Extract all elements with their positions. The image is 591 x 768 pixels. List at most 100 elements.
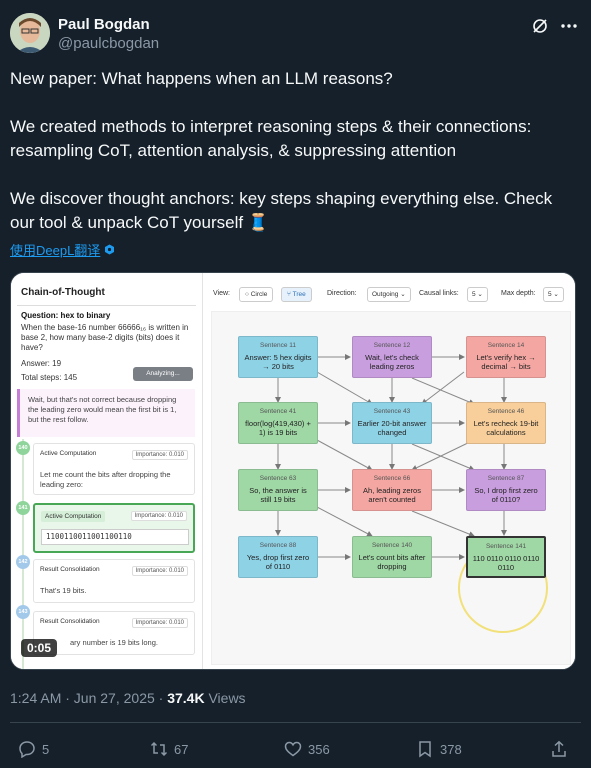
reply-count: 5 — [42, 741, 50, 757]
node-text: Let's verify hex → decimal → bits — [476, 353, 536, 371]
direction-label: Direction: — [327, 290, 357, 297]
causal-links-select[interactable]: 5 ⌄ — [467, 287, 488, 302]
graph-panel: View: ○ Circle ⑂ Tree Direction: Outgoin… — [203, 273, 575, 669]
causal-graph: Sentence 11 Answer: 5 hex digits → 20 bit… — [211, 311, 571, 665]
bookmark-icon — [419, 741, 431, 758]
share-icon — [552, 740, 566, 757]
video-media[interactable]: Chain-of-Thought Question: hex to binary… — [10, 272, 576, 670]
step-category: Result Consolidation — [40, 566, 100, 573]
step-category: Result Consolidation — [40, 618, 100, 625]
graph-node[interactable]: Sentence 41 floor(log(419,430) + 1) is 19… — [238, 402, 318, 444]
view-tree-button[interactable]: ⑂ Tree — [281, 287, 312, 302]
max-depth-label: Max depth: — [501, 290, 536, 297]
graph-node[interactable]: Sentence 43 Earlier 20-bit answer changed — [352, 402, 432, 444]
tweet-line: We created methods to interpret reasonin… — [10, 117, 532, 136]
node-text: Let's count bits after dropping — [358, 553, 426, 571]
question-text: When the base-16 number 66666₁₆ is writt… — [21, 323, 189, 352]
graph-node[interactable]: Sentence 14 Let's verify hex → decimal → … — [466, 336, 546, 378]
step-category: Active Computation — [41, 511, 106, 522]
more-icon[interactable] — [559, 17, 579, 35]
graph-toolbar: View: ○ Circle ⑂ Tree Direction: Outgoin… — [209, 283, 571, 305]
node-text: Let's recheck 19-bit calculations — [473, 419, 539, 437]
action-bar: 5 67 356 378 — [10, 734, 581, 766]
node-title: Sentence 12 — [373, 342, 411, 349]
step-category: Active Computation — [40, 450, 97, 457]
graph-node[interactable]: Sentence 87 So, I drop first zero of 0110… — [466, 469, 546, 511]
graph-node[interactable]: Sentence 140 Let's count bits after dropp… — [352, 536, 432, 578]
analyzing-button[interactable]: Analyzing... — [133, 367, 193, 381]
graph-node[interactable]: Sentence 63 So, the answer is still 19 bi… — [238, 469, 318, 511]
like-button[interactable]: 356 — [284, 740, 330, 758]
heart-icon — [284, 741, 302, 757]
views-label: Views — [204, 690, 246, 706]
node-text: Earlier 20-bit answer changed — [357, 419, 427, 437]
node-text: So, the answer is still 19 bits — [249, 486, 307, 504]
max-depth-value: 5 — [548, 291, 552, 298]
grok-icon[interactable] — [531, 17, 549, 35]
step-card-pink: Wait, but that's not correct because dro… — [17, 389, 195, 437]
node-title: Sentence 46 — [487, 408, 525, 415]
step-card[interactable]: Result Consolidation Importance: 0.010 T… — [33, 559, 195, 603]
translate-label[interactable]: 使用DeepL翻译 — [10, 240, 100, 259]
graph-node[interactable]: Sentence 66 Ah, leading zeros aren't coun… — [352, 469, 432, 511]
node-title: Sentence 11 — [259, 342, 297, 349]
author-handle[interactable]: @paulcbogdan — [58, 35, 159, 52]
direction-select[interactable]: Outgoing ⌄ — [367, 287, 411, 302]
avatar[interactable] — [10, 13, 50, 53]
node-title: Sentence 66 — [373, 475, 411, 482]
causal-links-label: Causal links: — [419, 290, 459, 297]
step-number-bubble: 141 — [16, 501, 30, 515]
divider — [10, 722, 581, 723]
translate-link[interactable]: 使用DeepL翻译 — [10, 240, 115, 259]
graph-node-selected[interactable]: Sentence 141 110 0110 0110 0110 0110 — [466, 536, 546, 578]
reply-button[interactable]: 5 — [18, 740, 49, 758]
view-circle-label: Circle — [250, 291, 268, 298]
step-card[interactable]: Active Computation Importance: 0.010 Let… — [33, 443, 195, 495]
node-text: Yes, drop first zero of 0110 — [246, 553, 310, 571]
repost-count: 67 — [174, 741, 189, 757]
max-depth-select[interactable]: 5 ⌄ — [543, 287, 564, 302]
graph-node[interactable]: Sentence 12 Wait, let's check leading zer… — [352, 336, 432, 378]
tweet-timestamp[interactable]: 1:24 AM · Jun 27, 2025 · — [10, 690, 167, 706]
step-text: That's 19 bits. — [40, 586, 87, 595]
step-card-selected[interactable]: Active Computation Importance: 0.010 110… — [33, 503, 195, 553]
question-title: Question: hex to binary — [21, 311, 111, 320]
bookmark-button[interactable]: 378 — [416, 740, 462, 758]
graph-node[interactable]: Sentence 11 Answer: 5 hex digits → 20 bit… — [238, 336, 318, 378]
repost-icon — [150, 741, 168, 757]
share-button[interactable] — [550, 740, 568, 758]
importance-badge: Importance: 0.010 — [130, 511, 187, 521]
node-title: Sentence 41 — [259, 408, 297, 415]
tweet-meta: 1:24 AM · Jun 27, 2025 · 37.4K Views — [10, 690, 246, 706]
graph-node[interactable]: Sentence 46 Let's recheck 19-bit calculat… — [466, 402, 546, 444]
repost-button[interactable]: 67 — [150, 740, 188, 758]
importance-badge: Importance: 0.010 — [131, 618, 188, 628]
step-card[interactable]: Result Consolidation Importance: 0.010 a… — [33, 611, 195, 655]
node-text: Ah, leading zeros aren't counted — [363, 486, 421, 504]
answer-label: Answer: 19 — [21, 359, 62, 368]
step-text: Let me count the bits after dropping the… — [40, 470, 171, 489]
tweet-line: New paper: What happens when an LLM reas… — [10, 69, 393, 88]
node-title: Sentence 43 — [373, 408, 411, 415]
deepl-icon — [105, 244, 115, 255]
view-label: View: — [213, 290, 230, 297]
cot-title: Chain-of-Thought — [21, 287, 105, 298]
tweet-text: New paper: What happens when an LLM reas… — [10, 67, 580, 235]
step-text: Wait, but that's not correct because dro… — [28, 395, 177, 424]
node-title: Sentence 63 — [259, 475, 297, 482]
view-circle-button[interactable]: ○ Circle — [239, 287, 274, 302]
tweet-header: Paul Bogdan @paulcbogdan — [10, 13, 581, 57]
tweet-line: our tool & unpack CoT yourself 🧵 — [10, 213, 269, 232]
step-text: 1100110011001100110 — [41, 529, 189, 545]
step-number-bubble: 143 — [16, 605, 30, 619]
like-count: 356 — [308, 741, 330, 757]
node-title: Sentence 87 — [487, 475, 525, 482]
author-name[interactable]: Paul Bogdan — [58, 16, 150, 33]
node-text: So, I drop first zero of 0110? — [474, 486, 538, 504]
graph-node[interactable]: Sentence 88 Yes, drop first zero of 0110 — [238, 536, 318, 578]
step-number-bubble: 140 — [16, 441, 30, 455]
node-text: floor(log(419,430) + 1) is 19 bits — [245, 419, 311, 437]
cot-panel: Chain-of-Thought Question: hex to binary… — [11, 273, 203, 669]
total-steps: Total steps: 145 — [21, 373, 78, 382]
tweet-line: resampling CoT, attention analysis, & su… — [10, 141, 457, 160]
